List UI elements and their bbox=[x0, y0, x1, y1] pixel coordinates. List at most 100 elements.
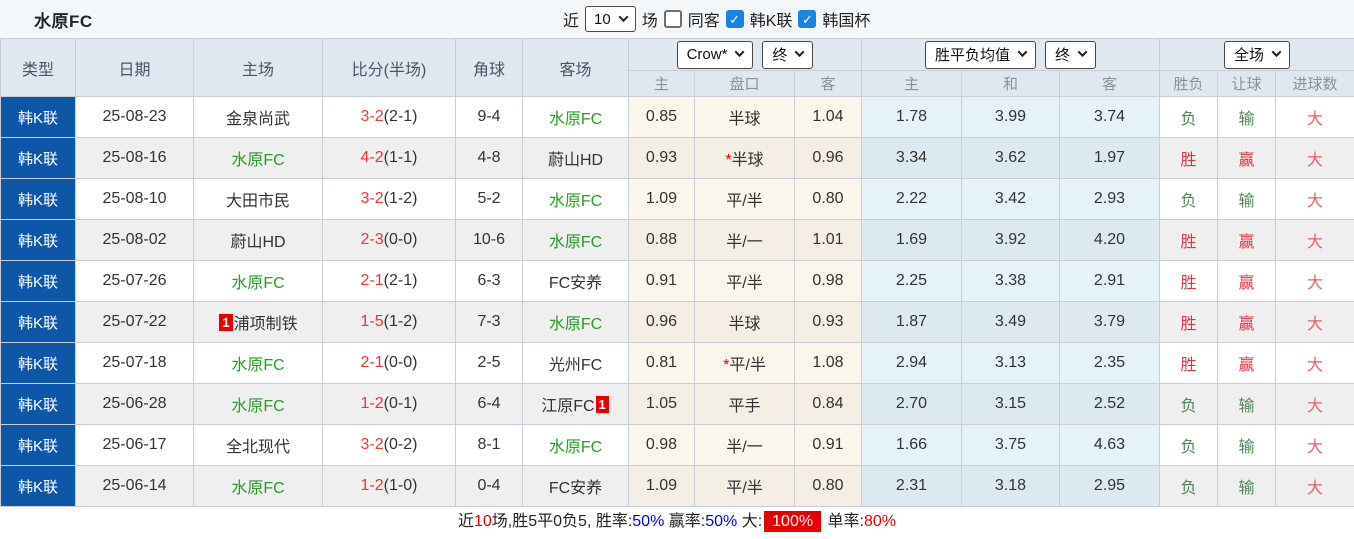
euro-draw-odds: 3.92 bbox=[962, 220, 1060, 261]
score-cell: 4-2(1-1) bbox=[323, 138, 456, 179]
goals-result: 大 bbox=[1276, 384, 1354, 425]
corners-cell: 2-5 bbox=[456, 343, 523, 384]
team-name: 水原FC bbox=[231, 357, 284, 374]
outcome-result: 胜 bbox=[1160, 343, 1218, 384]
outcome-result: 负 bbox=[1160, 384, 1218, 425]
red-card-badge: 1 bbox=[219, 314, 232, 331]
halftime-score: (0-0) bbox=[384, 354, 418, 371]
handicap-line-cell: *平/半 bbox=[695, 343, 795, 384]
summary-segment: 赢率: bbox=[664, 513, 705, 530]
goals-result: 大 bbox=[1276, 425, 1354, 466]
euro-home-odds: 1.69 bbox=[862, 220, 962, 261]
handicap-result: 输 bbox=[1218, 466, 1276, 507]
halftime-score: (1-1) bbox=[384, 149, 418, 166]
sub-header-goals: 进球数 bbox=[1276, 71, 1354, 97]
home-team-cell: 1浦项制铁 bbox=[194, 302, 323, 343]
euro-home-odds: 1.78 bbox=[862, 97, 962, 138]
corners-cell: 0-4 bbox=[456, 466, 523, 507]
red-card-badge: 1 bbox=[596, 396, 609, 413]
goals-result: 大 bbox=[1276, 179, 1354, 220]
recent-label: 近 bbox=[563, 7, 579, 31]
euro-draw-odds: 3.49 bbox=[962, 302, 1060, 343]
euro-away-odds: 2.95 bbox=[1060, 466, 1160, 507]
fulltime-score: 4-2 bbox=[361, 149, 384, 166]
euro-away-odds: 2.93 bbox=[1060, 179, 1160, 220]
handicap-result: 赢 bbox=[1218, 138, 1276, 179]
euro-home-odds: 3.34 bbox=[862, 138, 962, 179]
team-name: 水原FC bbox=[231, 480, 284, 497]
fulltime-score: 2-1 bbox=[361, 354, 384, 371]
team-name: 水原FC bbox=[549, 439, 602, 456]
scope-select-value: 全场 bbox=[1234, 44, 1264, 65]
away-team-cell: 水原FC bbox=[523, 425, 629, 466]
home-team-cell: 水原FC bbox=[194, 384, 323, 425]
league-filter-checkbox[interactable]: ✓ bbox=[726, 10, 744, 28]
halftime-score: (0-1) bbox=[384, 395, 418, 412]
recent-count-select[interactable]: 10 bbox=[585, 6, 636, 32]
away-team-cell: 水原FC bbox=[523, 220, 629, 261]
goals-result: 大 bbox=[1276, 466, 1354, 507]
bookmaker-select[interactable]: Crow* bbox=[677, 41, 754, 69]
asia-away-odds: 0.96 bbox=[795, 138, 862, 179]
league-cell: 韩K联 bbox=[1, 220, 76, 261]
euro-draw-odds: 3.18 bbox=[962, 466, 1060, 507]
asia-away-odds: 1.08 bbox=[795, 343, 862, 384]
outcome-result: 胜 bbox=[1160, 138, 1218, 179]
date-cell: 25-06-28 bbox=[76, 384, 194, 425]
cup-filter-label: 韩国杯 bbox=[822, 7, 870, 31]
fulltime-score: 1-2 bbox=[361, 395, 384, 412]
summary-segment: 场,胜5平0负5, 胜率: bbox=[492, 513, 632, 530]
asia-home-odds: 1.05 bbox=[629, 384, 695, 425]
euro-draw-odds: 3.42 bbox=[962, 179, 1060, 220]
asia-away-odds: 1.04 bbox=[795, 97, 862, 138]
col-header-date: 日期 bbox=[76, 39, 194, 97]
sub-header-handicap: 盘口 bbox=[695, 71, 795, 97]
home-team-cell: 大田市民 bbox=[194, 179, 323, 220]
chevron-down-icon bbox=[795, 47, 805, 57]
home-team-cell: 全北现代 bbox=[194, 425, 323, 466]
outcome-result: 负 bbox=[1160, 466, 1218, 507]
corners-cell: 6-3 bbox=[456, 261, 523, 302]
halftime-score: (1-2) bbox=[384, 313, 418, 330]
team-name: 全北现代 bbox=[226, 439, 290, 456]
same-away-checkbox[interactable] bbox=[664, 10, 682, 28]
summary-segment: 单率: bbox=[823, 513, 864, 530]
euro-odds-time-select[interactable]: 终 bbox=[1045, 41, 1096, 69]
team-name: 水原FC bbox=[549, 234, 602, 251]
col-header-away: 客场 bbox=[523, 39, 629, 97]
asia-odds-time-select[interactable]: 终 bbox=[762, 41, 813, 69]
table-row: 韩K联25-07-221浦项制铁1-5(1-2)7-3水原FC0.96半球0.9… bbox=[1, 302, 1354, 343]
table-row: 韩K联25-08-10大田市民3-2(1-2)5-2水原FC1.09平/半0.8… bbox=[1, 179, 1354, 220]
handicap-line-cell: 平/半 bbox=[695, 466, 795, 507]
euro-home-odds: 1.66 bbox=[862, 425, 962, 466]
summary-segment: 大: bbox=[737, 513, 762, 530]
away-team-cell: FC安养 bbox=[523, 466, 629, 507]
goals-result: 大 bbox=[1276, 97, 1354, 138]
euro-away-odds: 1.97 bbox=[1060, 138, 1160, 179]
home-team-cell: 金泉尚武 bbox=[194, 97, 323, 138]
corners-cell: 9-4 bbox=[456, 97, 523, 138]
page-title: 水原FC bbox=[34, 7, 93, 32]
handicap-result: 输 bbox=[1218, 179, 1276, 220]
cup-filter-checkbox[interactable]: ✓ bbox=[798, 10, 816, 28]
euro-away-odds: 3.79 bbox=[1060, 302, 1160, 343]
scope-select[interactable]: 全场 bbox=[1224, 41, 1290, 69]
euro-away-odds: 3.74 bbox=[1060, 97, 1160, 138]
date-cell: 25-06-17 bbox=[76, 425, 194, 466]
team-name: 大田市民 bbox=[226, 193, 290, 210]
chevron-down-icon bbox=[1272, 47, 1282, 57]
asia-away-odds: 0.84 bbox=[795, 384, 862, 425]
table-row: 韩K联25-07-18水原FC2-1(0-0)2-5光州FC0.81*平/半1.… bbox=[1, 343, 1354, 384]
team-name: 水原FC bbox=[549, 111, 602, 128]
handicap-line: 半/一 bbox=[726, 234, 762, 251]
league-filter-label: 韩K联 bbox=[750, 7, 793, 31]
date-cell: 25-08-16 bbox=[76, 138, 194, 179]
fulltime-score: 3-2 bbox=[361, 436, 384, 453]
handicap-line: 平/半 bbox=[726, 193, 762, 210]
team-name: 水原FC bbox=[549, 193, 602, 210]
euro-odds-type-select[interactable]: 胜平负均值 bbox=[925, 41, 1036, 69]
date-cell: 25-07-22 bbox=[76, 302, 194, 343]
sub-header-handicap-result: 让球 bbox=[1218, 71, 1276, 97]
table-row: 韩K联25-06-28水原FC1-2(0-1)6-4江原FC11.05平手0.8… bbox=[1, 384, 1354, 425]
goals-result: 大 bbox=[1276, 343, 1354, 384]
